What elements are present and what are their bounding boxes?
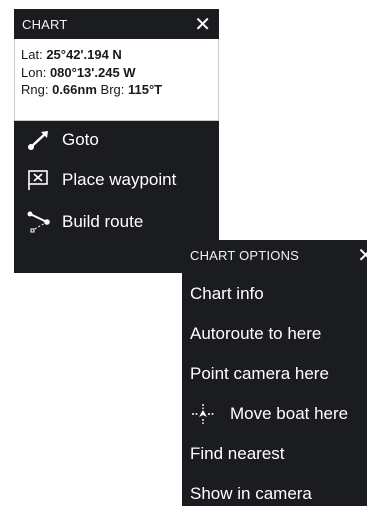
goto-icon [26, 129, 52, 151]
chart-context-menu: CHART ✕ Lat: 25°42'.194 N Lon: 080°13'.2… [14, 9, 219, 273]
brg-label: Brg: [100, 82, 125, 97]
chart-options-title: CHART OPTIONS [190, 247, 300, 263]
position-info-box: Lat: 25°42'.194 N Lon: 080°13'.245 W Rng… [14, 39, 219, 121]
chart-menu-header: CHART ✕ [14, 9, 219, 39]
point-camera-menu-item[interactable]: Point camera here [190, 354, 329, 394]
lon-value: 080°13'.245 W [49, 64, 136, 80]
chart-info-label: Chart info [190, 284, 264, 303]
range-bearing-line: Rng: 0.66nm Brg: 115°T [21, 81, 212, 99]
close-icon[interactable]: ✕ [357, 245, 367, 265]
close-icon[interactable]: ✕ [194, 14, 211, 34]
lon-label: Lon: [21, 64, 47, 80]
goto-menu-item[interactable]: Goto [26, 121, 99, 159]
autoroute-label: Autoroute to here [190, 324, 322, 343]
chart-menu-title: CHART [22, 16, 68, 32]
latitude-line: Lat: 25°42'.194 N [21, 46, 212, 64]
build-route-label: Build route [62, 212, 144, 231]
rng-label: Rng: [21, 82, 49, 97]
show-in-camera-menu-item[interactable]: Show in camera [190, 474, 312, 514]
brg-value: 115°T [128, 82, 163, 97]
find-nearest-menu-item[interactable]: Find nearest [190, 434, 285, 474]
rng-value: 0.66nm [52, 82, 97, 97]
place-waypoint-menu-item[interactable]: Place waypoint [26, 161, 176, 199]
find-nearest-label: Find nearest [190, 444, 285, 463]
chart-options-header: CHART OPTIONS ✕ [182, 240, 367, 270]
lat-label: Lat: [21, 47, 43, 62]
move-boat-menu-item[interactable]: Move boat here [190, 394, 348, 434]
route-icon [26, 211, 52, 233]
waypoint-flag-icon [26, 169, 52, 191]
lat-value: 25°42'.194 N [46, 47, 122, 62]
goto-label: Goto [62, 130, 99, 149]
move-boat-label: Move boat here [230, 404, 349, 423]
place-waypoint-label: Place waypoint [62, 170, 177, 189]
chart-options-menu: CHART OPTIONS ✕ Chart info Autoroute to … [182, 240, 367, 506]
longitude-line: Lon: 080°13'.245 W [21, 64, 212, 82]
build-route-menu-item[interactable]: Build route [26, 201, 143, 243]
chart-info-menu-item[interactable]: Chart info [190, 274, 264, 314]
move-boat-icon [190, 403, 216, 425]
show-in-camera-label: Show in camera [190, 484, 312, 503]
point-camera-label: Point camera here [190, 364, 329, 383]
autoroute-menu-item[interactable]: Autoroute to here [190, 314, 321, 354]
